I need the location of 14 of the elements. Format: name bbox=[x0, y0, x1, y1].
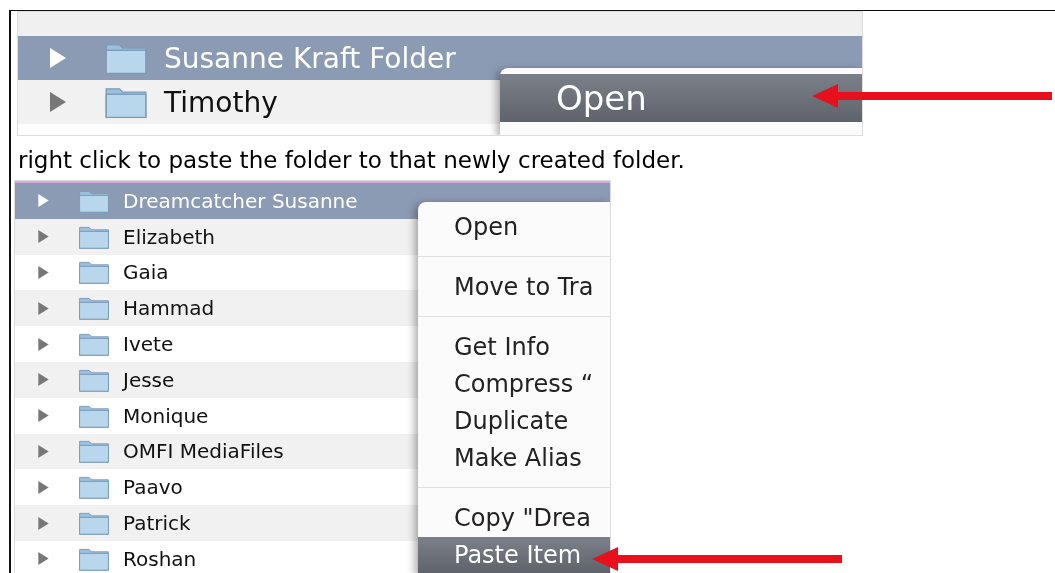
folder-name: Gaia bbox=[123, 260, 169, 285]
folder-name: Elizabeth bbox=[123, 224, 216, 249]
folder-name: Dreamcatcher Susanne bbox=[123, 188, 358, 213]
folder-name: Patrick bbox=[123, 511, 191, 536]
folder-name: OMFI MediaFiles bbox=[123, 439, 284, 464]
folder-name: Paavo bbox=[123, 475, 183, 500]
folder-name: Hammad bbox=[123, 296, 215, 321]
folder-name: Susanne Kraft Folder bbox=[164, 41, 456, 75]
instruction-text: right click to paste the folder to that newly created folder. bbox=[18, 146, 686, 175]
folder-name: Roshan bbox=[123, 546, 197, 571]
folder-name: Ivete bbox=[123, 332, 174, 357]
folder-name: Jesse bbox=[123, 367, 175, 392]
folder-name: Timothy bbox=[164, 85, 278, 119]
folder-name: Monique bbox=[123, 403, 209, 428]
